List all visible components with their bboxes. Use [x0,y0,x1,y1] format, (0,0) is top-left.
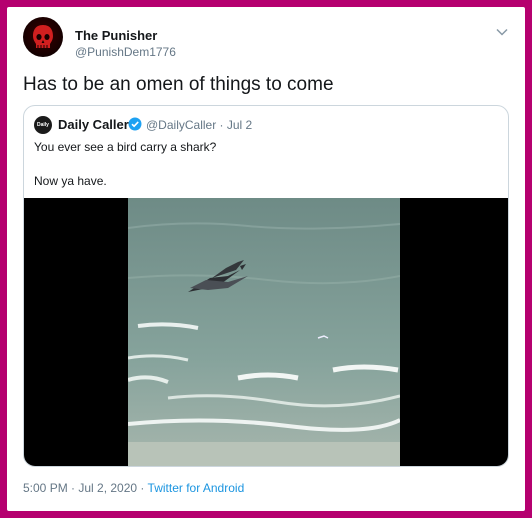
chevron-down-icon[interactable] [495,25,509,39]
author-handle[interactable]: @PunishDem1776 [75,45,176,59]
tweet-client-link[interactable]: Twitter for Android [148,481,245,495]
video-player[interactable] [24,198,508,466]
author-avatar[interactable] [23,17,63,57]
quoted-author-name[interactable]: Daily Caller [58,117,129,132]
quoted-author-avatar[interactable]: Daily Caller [34,116,52,146]
quoted-author-handle-date[interactable]: @DailyCaller · Jul 2 [146,118,252,132]
tweet-header: The Punisher @PunishDem1776 [23,15,513,63]
punisher-skull-icon [33,25,53,48]
tweet-footer: 5:00 PM · Jul 2, 2020 · Twitter for Andr… [23,481,244,495]
author-name[interactable]: The Punisher [75,28,157,43]
video-frame-bird-carrying-shark [128,198,400,466]
tweet-card: The Punisher @PunishDem1776 Has to be an… [7,7,525,511]
tweet-text: Has to be an omen of things to come [23,74,334,95]
quoted-tweet-text-line2: Now ya have. [34,174,107,188]
tweet-timestamp[interactable]: 5:00 PM · Jul 2, 2020 · [23,481,144,495]
verified-badge-icon [128,117,142,131]
quoted-tweet[interactable]: Daily Caller Daily Caller @DailyCaller ·… [23,105,509,467]
quoted-tweet-text-line1: You ever see a bird carry a shark? [34,140,217,154]
